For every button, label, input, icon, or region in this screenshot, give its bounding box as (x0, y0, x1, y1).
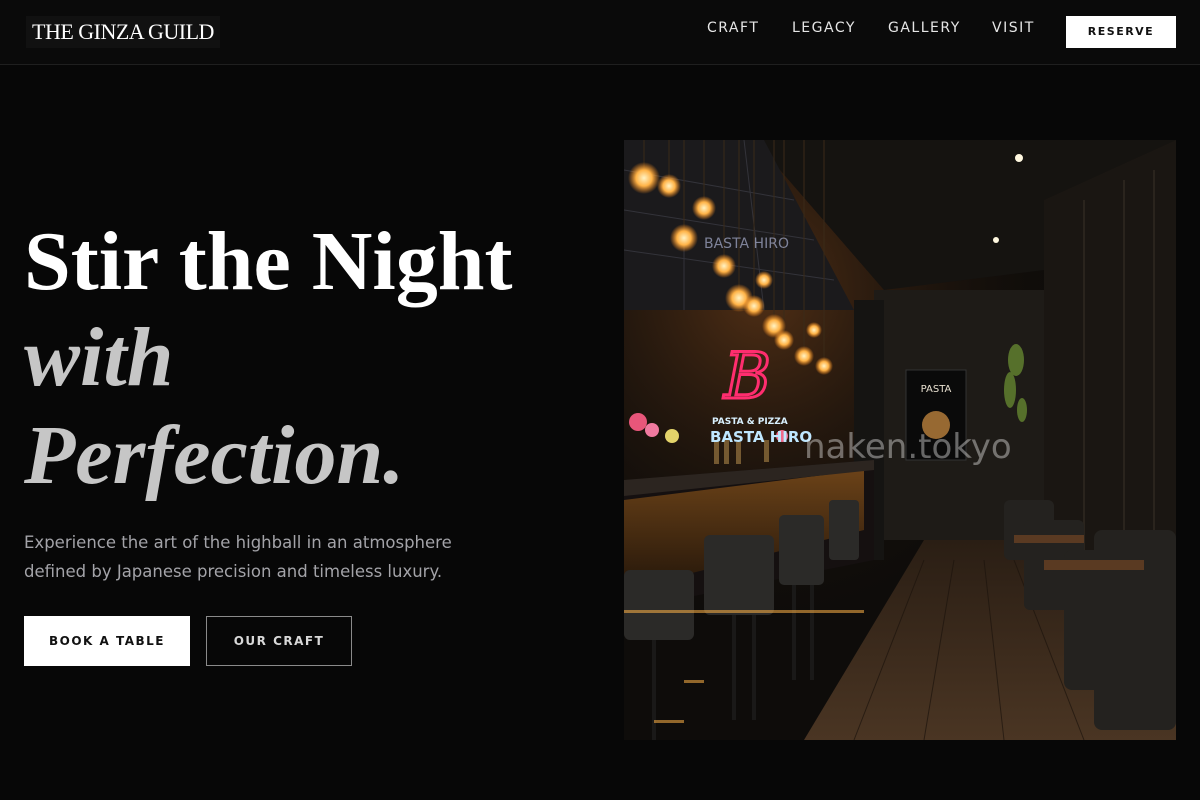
hero-heading-line-1: Stir the Night (24, 215, 513, 308)
hero-description: Experience the art of the highball in an… (24, 533, 452, 581)
neon-sign-title: BASTA HIRO (710, 428, 812, 446)
bar-interior-photo: PASTA BASTA HIRO B PASTA & PIZZA BASTA H… (624, 140, 1176, 740)
reserve-button[interactable]: RESERVE (1066, 16, 1176, 48)
nav-visit[interactable]: VISIT (992, 20, 1035, 36)
nav-craft[interactable]: CRAFT (707, 20, 759, 36)
pasta-poster-title: PASTA (921, 384, 952, 395)
nav-legacy[interactable]: LEGACY (792, 20, 856, 36)
site-header: THE GINZA GUILD CRAFT LEGACY GALLERY VIS… (0, 0, 1200, 65)
hero-heading-line-3: Perfection. (24, 409, 405, 502)
mirror-sign-text: BASTA HIRO (704, 236, 789, 252)
book-table-button[interactable]: BOOK A TABLE (24, 616, 190, 666)
neon-b-sign: B (723, 340, 771, 414)
our-craft-button[interactable]: OUR CRAFT (206, 616, 352, 666)
hero-heading-line-2: with (24, 311, 174, 404)
nav-gallery[interactable]: GALLERY (888, 20, 961, 36)
photo-watermark: naken.tokyo (804, 427, 1012, 467)
neon-sign-subtitle: PASTA & PIZZA (712, 417, 788, 427)
site-logo[interactable]: THE GINZA GUILD (26, 16, 220, 48)
